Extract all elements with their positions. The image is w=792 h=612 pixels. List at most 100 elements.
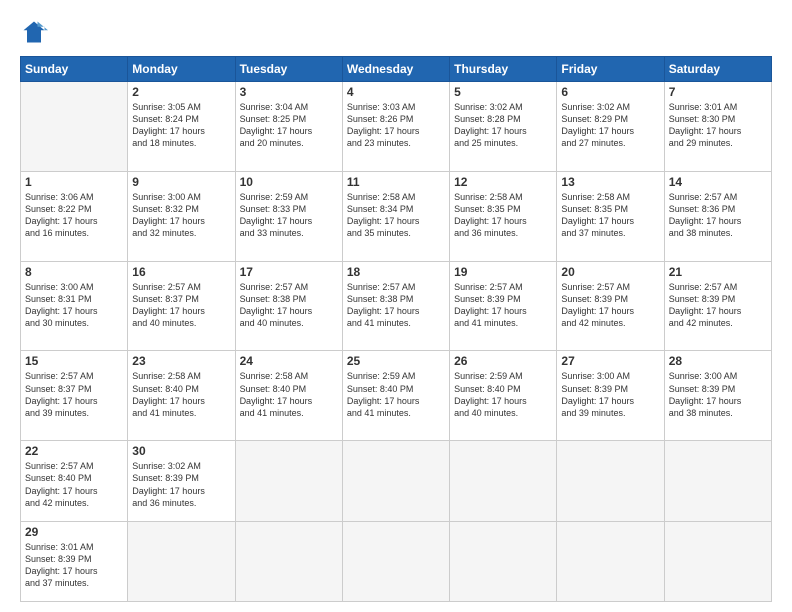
day-info: Sunrise: 3:02 AM Sunset: 8:39 PM Dayligh… xyxy=(132,460,230,509)
calendar-day-cell: 3Sunrise: 3:04 AM Sunset: 8:25 PM Daylig… xyxy=(235,82,342,172)
day-info: Sunrise: 2:57 AM Sunset: 8:36 PM Dayligh… xyxy=(669,191,767,240)
day-number: 19 xyxy=(454,265,552,279)
day-number: 26 xyxy=(454,354,552,368)
calendar-day-cell: 18 Sunrise: 2:57 AM Sunset: 8:38 PM Dayli… xyxy=(342,261,449,351)
day-number: 28 xyxy=(669,354,767,368)
calendar-day-cell: 21Sunrise: 2:57 AM Sunset: 8:39 PM Dayli… xyxy=(664,261,771,351)
calendar-day-cell: 1 Sunrise: 3:06 AM Sunset: 8:22 PM Daylig… xyxy=(21,171,128,261)
calendar-header-sunday: Sunday xyxy=(21,57,128,82)
day-number: 13 xyxy=(561,175,659,189)
day-info: Sunrise: 2:58 AM Sunset: 8:40 PM Dayligh… xyxy=(132,370,230,419)
calendar-day-cell xyxy=(235,521,342,601)
day-number: 14 xyxy=(669,175,767,189)
day-number: 29 xyxy=(25,525,123,539)
calendar-day-cell: 25 Sunrise: 2:59 AM Sunset: 8:40 PM Dayli… xyxy=(342,351,449,441)
calendar-day-cell xyxy=(557,441,664,521)
calendar-day-cell: 22 Sunrise: 2:57 AM Sunset: 8:40 PM Dayli… xyxy=(21,441,128,521)
day-info: Sunrise: 3:02 AM Sunset: 8:28 PM Dayligh… xyxy=(454,101,552,150)
day-number: 30 xyxy=(132,444,230,458)
calendar-day-cell xyxy=(342,521,449,601)
page: SundayMondayTuesdayWednesdayThursdayFrid… xyxy=(0,0,792,612)
day-info: Sunrise: 3:00 AM Sunset: 8:39 PM Dayligh… xyxy=(561,370,659,419)
day-info: Sunrise: 2:59 AM Sunset: 8:40 PM Dayligh… xyxy=(454,370,552,419)
day-number: 23 xyxy=(132,354,230,368)
calendar-day-cell: 17Sunrise: 2:57 AM Sunset: 8:38 PM Dayli… xyxy=(235,261,342,351)
day-number: 22 xyxy=(25,444,123,458)
calendar-header-row: SundayMondayTuesdayWednesdayThursdayFrid… xyxy=(21,57,772,82)
calendar-header-monday: Monday xyxy=(128,57,235,82)
calendar-day-cell: 26 Sunrise: 2:59 AM Sunset: 8:40 PM Dayli… xyxy=(450,351,557,441)
day-info: Sunrise: 3:05 AM Sunset: 8:24 PM Dayligh… xyxy=(132,101,230,150)
calendar-day-cell xyxy=(21,82,128,172)
day-number: 20 xyxy=(561,265,659,279)
calendar-header-saturday: Saturday xyxy=(664,57,771,82)
calendar-week-row: 8Sunrise: 3:00 AM Sunset: 8:31 PM Daylig… xyxy=(21,261,772,351)
day-number: 18 xyxy=(347,265,445,279)
day-number: 9 xyxy=(132,175,230,189)
day-info: Sunrise: 2:57 AM Sunset: 8:39 PM Dayligh… xyxy=(454,281,552,330)
day-number: 1 xyxy=(25,175,123,189)
day-info: Sunrise: 3:00 AM Sunset: 8:32 PM Dayligh… xyxy=(132,191,230,240)
day-number: 24 xyxy=(240,354,338,368)
calendar-header-wednesday: Wednesday xyxy=(342,57,449,82)
calendar-day-cell: 19 Sunrise: 2:57 AM Sunset: 8:39 PM Dayli… xyxy=(450,261,557,351)
header xyxy=(20,18,772,46)
calendar-day-cell xyxy=(342,441,449,521)
calendar-day-cell: 30 Sunrise: 3:02 AM Sunset: 8:39 PM Dayli… xyxy=(128,441,235,521)
logo-icon xyxy=(20,18,48,46)
day-info: Sunrise: 2:58 AM Sunset: 8:35 PM Dayligh… xyxy=(561,191,659,240)
calendar-day-cell: 29 Sunrise: 3:01 AM Sunset: 8:39 PM Dayli… xyxy=(21,521,128,601)
calendar-header-tuesday: Tuesday xyxy=(235,57,342,82)
calendar-day-cell: 28 Sunrise: 3:00 AM Sunset: 8:39 PM Dayli… xyxy=(664,351,771,441)
calendar-header-thursday: Thursday xyxy=(450,57,557,82)
calendar-day-cell: 6 Sunrise: 3:02 AM Sunset: 8:29 PM Daylig… xyxy=(557,82,664,172)
calendar-day-cell: 2 Sunrise: 3:05 AM Sunset: 8:24 PM Daylig… xyxy=(128,82,235,172)
day-info: Sunrise: 3:06 AM Sunset: 8:22 PM Dayligh… xyxy=(25,191,123,240)
calendar-day-cell: 5 Sunrise: 3:02 AM Sunset: 8:28 PM Daylig… xyxy=(450,82,557,172)
calendar-day-cell: 11Sunrise: 2:58 AM Sunset: 8:34 PM Dayli… xyxy=(342,171,449,261)
day-number: 7 xyxy=(669,85,767,99)
calendar-day-cell xyxy=(128,521,235,601)
day-info: Sunrise: 3:04 AM Sunset: 8:25 PM Dayligh… xyxy=(240,101,338,150)
day-number: 15 xyxy=(25,354,123,368)
calendar-day-cell: 8Sunrise: 3:00 AM Sunset: 8:31 PM Daylig… xyxy=(21,261,128,351)
calendar: SundayMondayTuesdayWednesdayThursdayFrid… xyxy=(20,56,772,602)
day-number: 8 xyxy=(25,265,123,279)
day-info: Sunrise: 2:57 AM Sunset: 8:40 PM Dayligh… xyxy=(25,460,123,509)
day-number: 2 xyxy=(132,85,230,99)
day-number: 10 xyxy=(240,175,338,189)
calendar-day-cell: 10 Sunrise: 2:59 AM Sunset: 8:33 PM Dayli… xyxy=(235,171,342,261)
day-number: 5 xyxy=(454,85,552,99)
calendar-day-cell: 24 Sunrise: 2:58 AM Sunset: 8:40 PM Dayli… xyxy=(235,351,342,441)
day-info: Sunrise: 2:59 AM Sunset: 8:40 PM Dayligh… xyxy=(347,370,445,419)
day-info: Sunrise: 3:01 AM Sunset: 8:30 PM Dayligh… xyxy=(669,101,767,150)
calendar-day-cell: 15 Sunrise: 2:57 AM Sunset: 8:37 PM Dayli… xyxy=(21,351,128,441)
calendar-week-row: 29 Sunrise: 3:01 AM Sunset: 8:39 PM Dayli… xyxy=(21,521,772,601)
day-number: 6 xyxy=(561,85,659,99)
day-info: Sunrise: 2:59 AM Sunset: 8:33 PM Dayligh… xyxy=(240,191,338,240)
day-number: 25 xyxy=(347,354,445,368)
calendar-header-friday: Friday xyxy=(557,57,664,82)
day-info: Sunrise: 2:57 AM Sunset: 8:39 PM Dayligh… xyxy=(669,281,767,330)
day-info: Sunrise: 2:57 AM Sunset: 8:39 PM Dayligh… xyxy=(561,281,659,330)
day-info: Sunrise: 2:58 AM Sunset: 8:40 PM Dayligh… xyxy=(240,370,338,419)
calendar-day-cell: 14 Sunrise: 2:57 AM Sunset: 8:36 PM Dayli… xyxy=(664,171,771,261)
day-info: Sunrise: 2:57 AM Sunset: 8:37 PM Dayligh… xyxy=(25,370,123,419)
calendar-day-cell xyxy=(664,441,771,521)
day-info: Sunrise: 3:01 AM Sunset: 8:39 PM Dayligh… xyxy=(25,541,123,590)
day-info: Sunrise: 2:57 AM Sunset: 8:38 PM Dayligh… xyxy=(347,281,445,330)
day-number: 27 xyxy=(561,354,659,368)
calendar-week-row: 15 Sunrise: 2:57 AM Sunset: 8:37 PM Dayli… xyxy=(21,351,772,441)
day-info: Sunrise: 2:58 AM Sunset: 8:35 PM Dayligh… xyxy=(454,191,552,240)
calendar-week-row: 2 Sunrise: 3:05 AM Sunset: 8:24 PM Daylig… xyxy=(21,82,772,172)
day-info: Sunrise: 3:03 AM Sunset: 8:26 PM Dayligh… xyxy=(347,101,445,150)
day-info: Sunrise: 2:58 AM Sunset: 8:34 PM Dayligh… xyxy=(347,191,445,240)
calendar-day-cell: 23 Sunrise: 2:58 AM Sunset: 8:40 PM Dayli… xyxy=(128,351,235,441)
calendar-day-cell: 4Sunrise: 3:03 AM Sunset: 8:26 PM Daylig… xyxy=(342,82,449,172)
day-info: Sunrise: 3:02 AM Sunset: 8:29 PM Dayligh… xyxy=(561,101,659,150)
calendar-day-cell xyxy=(664,521,771,601)
calendar-day-cell: 9 Sunrise: 3:00 AM Sunset: 8:32 PM Daylig… xyxy=(128,171,235,261)
day-info: Sunrise: 3:00 AM Sunset: 8:39 PM Dayligh… xyxy=(669,370,767,419)
logo xyxy=(20,18,52,46)
calendar-day-cell: 27 Sunrise: 3:00 AM Sunset: 8:39 PM Dayli… xyxy=(557,351,664,441)
